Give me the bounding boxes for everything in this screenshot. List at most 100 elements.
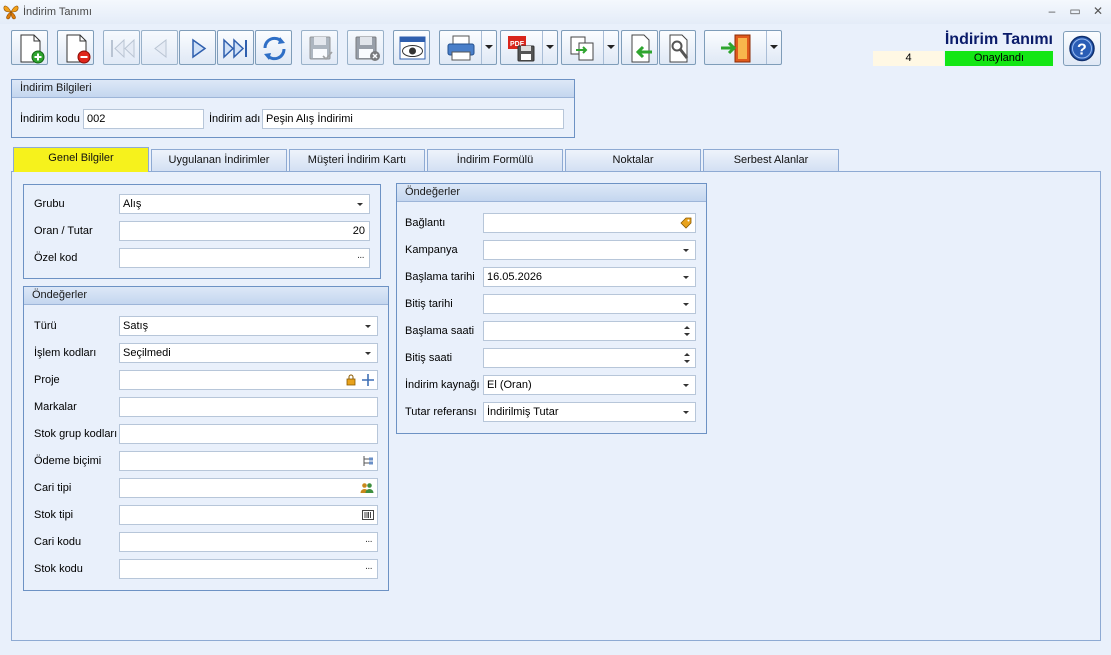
cari-kodu-label: Cari kodu [34,536,82,548]
odeme-bicimi-field[interactable] [119,451,378,471]
baslama-tarihi-value: 16.05.2026 [487,271,543,283]
refresh-icon [263,36,286,61]
chevron-down-icon [683,276,689,279]
print-dropdown-button[interactable] [481,31,496,64]
cari-kodu-field[interactable]: ... [119,532,378,552]
proje-field[interactable] [119,370,378,390]
kampanya-select[interactable] [483,240,696,260]
barcode-icon[interactable] [362,510,374,520]
tools-icon [669,34,689,63]
oran-tutar-field[interactable]: 20 [119,221,370,241]
first-icon [111,38,135,59]
ozel-kod-field[interactable]: ... [119,248,370,268]
svg-text:?: ? [1077,42,1087,59]
stok-grup-kodlari-label: Stok grup kodları [34,428,118,440]
record-number: 4 [873,51,944,66]
first-record-button[interactable] [103,30,140,65]
export-pdf-button[interactable]: PDF [500,30,558,65]
baslama-tarihi-field[interactable]: 16.05.2026 [483,267,696,287]
tutar-referansi-label: Tutar referansı [405,406,477,418]
tab-serbest-alanlar[interactable]: Serbest Alanlar [703,149,839,171]
chevron-down-icon [683,384,689,387]
islem-kodlari-select[interactable]: Seçilmedi [119,343,378,363]
chevron-down-icon [683,249,689,252]
stok-grup-kodlari-field[interactable] [119,424,378,444]
tab-genel-bilgiler[interactable]: Genel Bilgiler [13,147,149,172]
spin-arrows-icon[interactable] [683,350,691,366]
chevron-down-icon [365,325,371,328]
indirim-kaynagi-select[interactable]: El (Oran) [483,375,696,395]
bitis-tarihi-label: Bitiş tarihi [405,298,453,310]
stok-kodu-field[interactable]: ... [119,559,378,579]
exit-button[interactable] [704,30,782,65]
tree-icon[interactable] [362,455,374,467]
bitis-tarihi-field[interactable] [483,294,696,314]
tab-musteri-indirim-karti[interactable]: Müşteri İndirim Kartı [289,149,425,171]
indirim-kodu-value: 002 [87,113,106,125]
exit-door-icon [721,34,751,63]
refresh-button[interactable] [255,30,292,65]
stok-tipi-field[interactable] [119,505,378,525]
bitis-saati-field[interactable] [483,348,696,368]
baslama-saati-field[interactable] [483,321,696,341]
grubu-select[interactable]: Alış [119,194,370,214]
delete-record-button[interactable] [57,30,94,65]
copy-dropdown-button[interactable] [603,31,618,64]
import-button[interactable] [621,30,658,65]
export-pdf-dropdown-button[interactable] [542,31,557,64]
bitis-saati-label: Bitiş saati [405,352,453,364]
indirim-adi-value: Peşin Alış İndirimi [266,113,353,125]
next-icon [192,38,207,59]
stok-tipi-label: Stok tipi [34,509,74,521]
minimize-button[interactable]: – [1043,3,1061,19]
print-button[interactable] [439,30,497,65]
preview-button[interactable] [393,30,430,65]
indirim-adi-field[interactable]: Peşin Alış İndirimi [262,109,564,129]
chevron-down-icon [607,45,615,49]
ellipsis-icon[interactable]: ... [365,531,372,549]
tab-indirim-formulu[interactable]: İndirim Formülü [427,149,563,171]
save-cancel-button[interactable] [347,30,384,65]
previous-icon [154,38,167,59]
save-button[interactable] [301,30,338,65]
next-record-button[interactable] [179,30,216,65]
spin-arrows-icon[interactable] [683,323,691,339]
butterfly-icon [3,5,19,20]
turu-select[interactable]: Satış [119,316,378,336]
stok-kodu-label: Stok kodu [34,563,83,575]
ellipsis-icon: ... [357,250,364,261]
last-record-button[interactable] [217,30,254,65]
ozel-kod-label: Özel kod [34,252,78,264]
ellipsis-icon[interactable]: ... [365,558,372,576]
new-record-button[interactable] [11,30,48,65]
tab-uygulanan-indirimler[interactable]: Uygulanan İndirimler [151,149,287,171]
grubu-value: Alış [123,198,142,210]
chevron-down-icon [683,411,689,414]
plus-icon[interactable] [362,374,374,386]
baglanti-field[interactable] [483,213,696,233]
lock-icon[interactable] [346,374,356,386]
kampanya-label: Kampanya [405,244,458,256]
previous-record-button[interactable] [141,30,178,65]
turu-label: Türü [34,320,57,332]
close-window-button[interactable]: ✕ [1089,3,1107,19]
copy-button[interactable] [561,30,619,65]
tutar-referansi-value: İndirilmiş Tutar [487,406,559,418]
baslama-tarihi-label: Başlama tarihi [405,271,475,283]
ondegerler-left-title: Öndeğerler [24,287,388,305]
copy-icon [570,36,594,61]
indirim-kodu-field[interactable]: 002 [83,109,204,129]
delete-document-icon [66,34,91,64]
chevron-down-icon [357,203,363,206]
markalar-field[interactable] [119,397,378,417]
tab-noktalar[interactable]: Noktalar [565,149,701,171]
tutar-referansi-select[interactable]: İndirilmiş Tutar [483,402,696,422]
users-icon[interactable] [360,482,374,494]
exit-dropdown-button[interactable] [766,31,781,64]
cari-tipi-field[interactable] [119,478,378,498]
tag-icon[interactable] [680,217,692,229]
markalar-label: Markalar [34,401,77,413]
tools-button[interactable] [659,30,696,65]
help-button[interactable]: ? [1063,31,1101,66]
maximize-button[interactable]: ▭ [1066,3,1084,19]
